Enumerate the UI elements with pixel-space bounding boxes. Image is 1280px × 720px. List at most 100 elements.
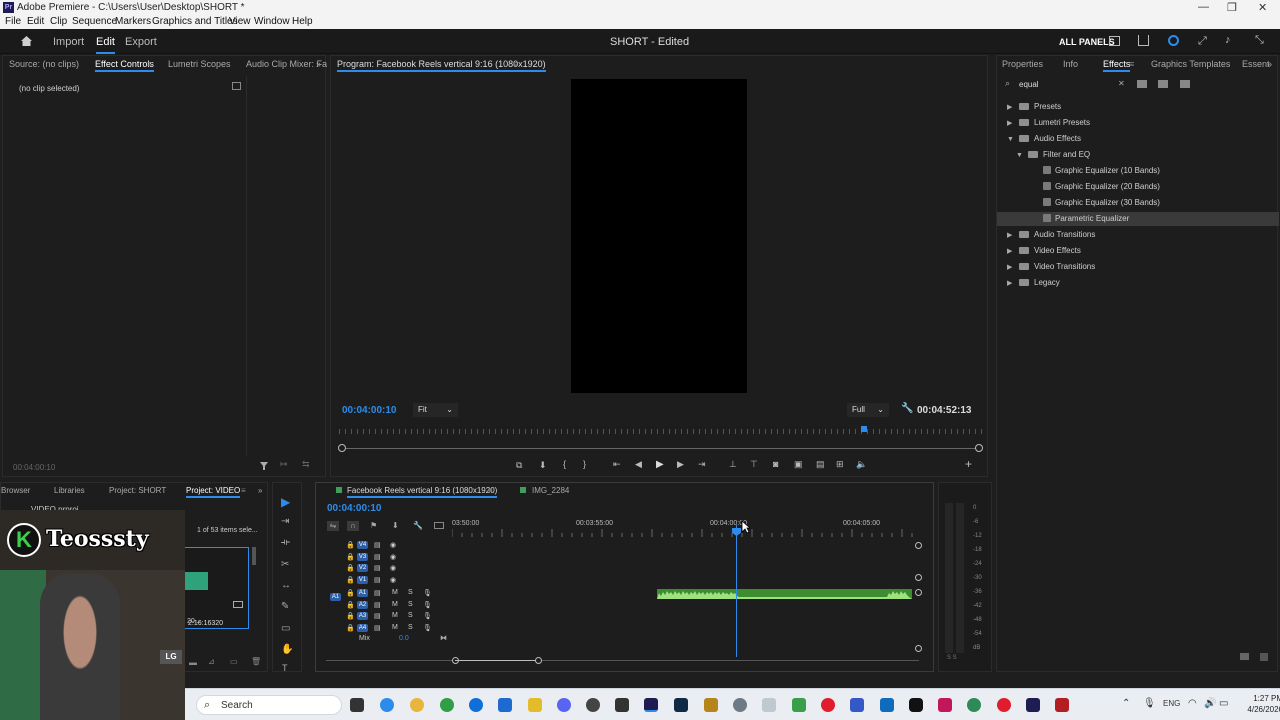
audio-scroll-bottom[interactable]: [915, 645, 922, 652]
timeline-settings-icon[interactable]: 🔧: [413, 521, 423, 530]
razor-tool-icon[interactable]: ✂: [281, 559, 289, 570]
program-playhead[interactable]: [861, 426, 867, 432]
video-track-label[interactable]: V4: [357, 541, 368, 549]
zoom-icon[interactable]: ⤢: [1198, 35, 1207, 48]
panel-overflow-icon[interactable]: »: [316, 59, 321, 69]
video-track-label[interactable]: V1: [357, 575, 368, 584]
linked-selection-icon[interactable]: ⚑: [370, 521, 377, 530]
task-view-icon[interactable]: [350, 698, 364, 712]
track-lock-icon[interactable]: 🔒: [346, 576, 355, 584]
share-icon[interactable]: [1138, 35, 1149, 46]
photoshop-icon[interactable]: [674, 698, 688, 712]
button-editor-icon[interactable]: +: [965, 457, 972, 471]
effects-search-input[interactable]: equal: [1019, 80, 1039, 89]
effects-folder[interactable]: ▶ Video Transitions: [1007, 260, 1277, 274]
track-lock-icon[interactable]: 🔒: [346, 564, 355, 572]
copilot-icon[interactable]: [380, 698, 394, 712]
yuv-effects-icon[interactable]: [1180, 80, 1190, 88]
sync-lock-icon[interactable]: ▤: [374, 601, 381, 609]
wifi-icon[interactable]: ◠: [1188, 698, 1197, 709]
effects-folder[interactable]: ▼ Audio Effects: [1007, 132, 1277, 146]
menu-markers[interactable]: Markers: [115, 16, 151, 27]
audio-track-label[interactable]: A2: [357, 600, 368, 609]
workspace-export[interactable]: Export: [125, 36, 157, 48]
timeline-playhead[interactable]: [736, 525, 737, 657]
premiere-icon-2[interactable]: [1026, 698, 1040, 712]
panel-layout-icon[interactable]: [1109, 36, 1120, 46]
acrobat-icon[interactable]: [1055, 698, 1069, 712]
voiceover-icon[interactable]: 🎙: [423, 589, 432, 597]
track-lock-icon[interactable]: 🔒: [346, 612, 355, 620]
hand-tool-icon[interactable]: ✋: [281, 644, 293, 655]
eye-icon[interactable]: ◉: [390, 553, 396, 561]
eye-icon[interactable]: ◉: [390, 564, 396, 572]
sync-lock-icon[interactable]: ▤: [374, 564, 381, 572]
language-indicator[interactable]: ENG: [1163, 699, 1180, 708]
mark-in-icon[interactable]: {: [563, 459, 566, 469]
audio-track-label[interactable]: A3: [357, 612, 368, 620]
tab-audio-clip-mixer[interactable]: Audio Clip Mixer: Fa: [246, 59, 327, 69]
clock-date[interactable]: 4/26/2026: [1235, 705, 1280, 714]
effects-folder[interactable]: ▼ Filter and EQ: [1016, 148, 1277, 162]
go-to-in-icon[interactable]: ⇤: [613, 459, 621, 470]
discord-icon[interactable]: [557, 698, 571, 712]
workspace-import[interactable]: Import: [53, 36, 84, 48]
clock-time[interactable]: 1:27 PM: [1243, 694, 1280, 703]
store-icon[interactable]: [498, 698, 512, 712]
audio-track-label[interactable]: A1: [357, 589, 368, 597]
sync-lock-icon[interactable]: ▤: [374, 624, 381, 632]
sync-lock-icon[interactable]: ▤: [374, 589, 381, 597]
tab-effect-controls[interactable]: Effect Controls: [95, 59, 154, 72]
opera-icon[interactable]: [997, 698, 1011, 712]
track-scroll-top[interactable]: [915, 542, 922, 549]
track-scroll-mid[interactable]: [915, 574, 922, 581]
menu-sequence[interactable]: Sequence: [72, 16, 117, 27]
mute-button[interactable]: M: [392, 612, 398, 619]
track-lock-icon[interactable]: 🔒: [346, 589, 355, 597]
play-button[interactable]: ▶: [656, 459, 664, 470]
source-patch-a1[interactable]: A1: [330, 593, 341, 601]
premiere-taskbar-icon[interactable]: [644, 698, 658, 712]
menu-window[interactable]: Window: [254, 16, 290, 27]
tiktok-icon[interactable]: [909, 698, 923, 712]
step-back-icon[interactable]: ◀: [635, 459, 642, 470]
solo-button[interactable]: S: [408, 601, 413, 608]
extract-icon[interactable]: ⊤: [750, 459, 758, 470]
tab-lumetri-scopes[interactable]: Lumetri Scopes: [168, 59, 231, 69]
home-icon[interactable]: [20, 35, 33, 47]
program-ruler[interactable]: [339, 429, 982, 434]
rectangle-tool-icon[interactable]: ▭: [281, 623, 290, 634]
volume-icon[interactable]: 🔈: [856, 459, 867, 470]
list-view-icon[interactable]: ▬: [189, 658, 197, 667]
effects-overflow-icon[interactable]: »: [1267, 59, 1272, 69]
tab-libraries[interactable]: Libraries: [54, 486, 85, 495]
type-tool-icon[interactable]: T: [282, 663, 288, 673]
settings-wrench-icon[interactable]: 🔧: [901, 403, 913, 414]
menu-graphics-titles[interactable]: Graphics and Titles: [152, 16, 238, 27]
audio-icon[interactable]: ♪: [1225, 34, 1231, 46]
export-frame-icon[interactable]: ◙: [773, 459, 778, 469]
add-marker-icon[interactable]: ⬇: [539, 460, 547, 471]
all-panels-button[interactable]: ALL PANELS: [1059, 37, 1115, 47]
captions-icon[interactable]: [434, 522, 444, 529]
mix-value[interactable]: 0.0: [399, 635, 409, 642]
zoom-scrollbar[interactable]: [341, 448, 981, 449]
track-lock-icon[interactable]: 🔒: [346, 541, 355, 549]
video-track-label[interactable]: V2: [357, 564, 368, 572]
snipping-tool-icon[interactable]: [762, 698, 776, 712]
obs-icon[interactable]: [586, 698, 600, 712]
snap-icon[interactable]: ∩: [347, 521, 359, 531]
taskbar-search[interactable]: ⌕ Search: [196, 695, 342, 715]
chrome-icon[interactable]: [440, 698, 454, 712]
sync-lock-icon[interactable]: ▤: [374, 612, 381, 620]
app-icon-list[interactable]: [850, 698, 864, 712]
video-track-label[interactable]: V3: [357, 552, 368, 561]
chevron-right-icon[interactable]: ▶: [1007, 245, 1015, 259]
delete-icon[interactable]: [1260, 653, 1268, 661]
sync-lock-icon[interactable]: ▤: [374, 576, 381, 584]
selection-tool-icon[interactable]: ▶: [281, 495, 290, 509]
app-icon-pink[interactable]: [938, 698, 952, 712]
32bit-effects-icon[interactable]: [1158, 80, 1168, 88]
meter-solo-buttons[interactable]: S S: [947, 655, 957, 661]
menu-help[interactable]: Help: [292, 16, 313, 27]
